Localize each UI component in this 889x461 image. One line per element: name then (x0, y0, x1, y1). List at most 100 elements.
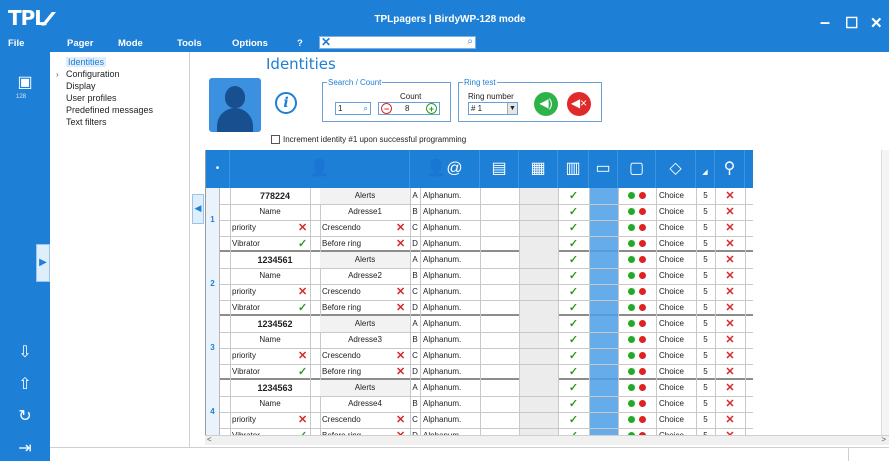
check-icon[interactable]: ✓ (558, 396, 589, 412)
check-icon[interactable]: ✓ (558, 348, 589, 364)
cross-icon[interactable]: ✕ (715, 284, 745, 300)
size-value[interactable]: 5 (696, 396, 715, 412)
size-value[interactable]: 5 (696, 364, 715, 380)
cross-icon[interactable]: ✕ (715, 300, 745, 316)
search-icon[interactable]: ⌕ (364, 103, 368, 114)
address-value[interactable]: Adresse3 (320, 332, 410, 348)
antenna-icon[interactable]: ⚲ (715, 150, 745, 188)
check-icon[interactable]: ✓ (298, 428, 310, 435)
user-email-icon[interactable]: 👤@ (410, 150, 480, 188)
check-icon[interactable]: ✓ (558, 428, 589, 435)
cross-icon[interactable]: ✕ (298, 220, 310, 236)
size-value[interactable]: 5 (696, 428, 715, 435)
choice-value[interactable]: Choice (659, 412, 695, 428)
choice-value[interactable]: Choice (659, 220, 695, 236)
format-value[interactable]: Alphanum. (423, 348, 479, 364)
info-icon[interactable]: i (275, 92, 297, 114)
menu-help[interactable]: ? (297, 38, 303, 49)
flash-icon[interactable]: ▢ (618, 150, 656, 188)
cross-icon[interactable]: ✕ (715, 268, 745, 284)
row-index[interactable]: 2 (206, 252, 220, 316)
display-icon[interactable]: ▭ (589, 150, 618, 188)
choice-value[interactable]: Choice (659, 332, 695, 348)
led-indicator[interactable] (618, 364, 656, 380)
cross-icon[interactable]: ✕ (396, 412, 408, 428)
choice-value[interactable]: Choice (659, 252, 695, 268)
choice-value[interactable]: Choice (659, 396, 695, 412)
cross-icon[interactable]: ✕ (396, 364, 408, 380)
cross-icon[interactable]: ✕ (715, 380, 745, 396)
check-icon[interactable]: ✓ (298, 364, 310, 380)
size-value[interactable]: 5 (696, 252, 715, 268)
cross-icon[interactable]: ✕ (715, 236, 745, 252)
cross-icon[interactable]: ✕ (715, 396, 745, 412)
size-value[interactable]: 5 (696, 380, 715, 396)
cross-icon[interactable]: ✕ (715, 348, 745, 364)
led-indicator[interactable] (618, 316, 656, 332)
choice-value[interactable]: Choice (659, 284, 695, 300)
increment-icon[interactable]: + (426, 103, 437, 114)
identity-number[interactable]: 1234561 (230, 252, 320, 268)
row-index[interactable]: 3 (206, 316, 220, 380)
size-value[interactable]: 5 (696, 268, 715, 284)
size-value[interactable]: 5 (696, 188, 715, 204)
format-value[interactable]: Alphanum. (423, 204, 479, 220)
format-value[interactable]: Alphanum. (423, 316, 479, 332)
format-value[interactable]: Alphanum. (423, 412, 479, 428)
format-value[interactable]: Alphanum. (423, 252, 479, 268)
increment-checkbox[interactable] (271, 135, 280, 145)
cross-icon[interactable]: ✕ (298, 284, 310, 300)
check-icon[interactable]: ✓ (298, 300, 310, 316)
sync-icon[interactable]: ↻ (14, 406, 36, 428)
check-icon[interactable]: ✓ (558, 236, 589, 252)
size-value[interactable]: 5 (696, 412, 715, 428)
led-indicator[interactable] (618, 300, 656, 316)
check-icon[interactable]: ✓ (298, 236, 310, 252)
format-value[interactable]: Alphanum. (423, 364, 479, 380)
led-indicator[interactable] (618, 268, 656, 284)
choice-value[interactable]: Choice (659, 428, 695, 435)
cross-icon[interactable]: ✕ (396, 236, 408, 252)
check-icon[interactable]: ✓ (558, 220, 589, 236)
cross-icon[interactable]: ✕ (396, 284, 408, 300)
led-indicator[interactable] (618, 332, 656, 348)
tree-item-display[interactable]: Display (66, 81, 96, 91)
minimize-icon[interactable]: – (820, 12, 830, 33)
led-indicator[interactable] (618, 252, 656, 268)
cross-icon[interactable]: ✕ (715, 412, 745, 428)
exit-icon[interactable]: ⇥ (14, 438, 36, 460)
size-value[interactable]: 5 (696, 316, 715, 332)
decrement-icon[interactable]: − (381, 103, 392, 114)
cross-icon[interactable]: ✕ (715, 332, 745, 348)
cross-icon[interactable]: ✕ (715, 204, 745, 220)
maximize-icon[interactable]: ☐ (845, 14, 858, 32)
choice-value[interactable]: Choice (659, 268, 695, 284)
user-icon[interactable]: 👤 (230, 150, 410, 188)
message-icon[interactable]: ▤ (480, 150, 519, 188)
close-icon[interactable]: ✕ (870, 14, 883, 32)
expand-rail-button[interactable]: ▶ (36, 244, 50, 282)
alerts-button[interactable]: Alerts (320, 188, 410, 204)
collapse-panel-button[interactable]: ◀ (192, 194, 204, 224)
cross-icon[interactable]: ✕ (715, 316, 745, 332)
cross-icon[interactable]: ✕ (396, 428, 408, 435)
choice-value[interactable]: Choice (659, 204, 695, 220)
cross-icon[interactable]: ✕ (715, 428, 745, 435)
led-indicator[interactable] (618, 428, 656, 435)
search-input[interactable]: ✕ ⌕ (319, 35, 476, 49)
row-index[interactable]: 4 (206, 380, 220, 435)
tree-item-identities[interactable]: Identities (66, 57, 107, 67)
cross-icon[interactable]: ✕ (396, 300, 408, 316)
format-value[interactable]: Alphanum. (423, 220, 479, 236)
pager-icon[interactable]: ▦ (519, 150, 558, 188)
check-icon[interactable]: ✓ (558, 252, 589, 268)
address-value[interactable]: Adresse2 (320, 268, 410, 284)
check-icon[interactable]: ✓ (558, 300, 589, 316)
cross-icon[interactable]: ✕ (715, 188, 745, 204)
size-value[interactable]: 5 (696, 236, 715, 252)
led-indicator[interactable] (618, 380, 656, 396)
tree-item-user-profiles[interactable]: User profiles (66, 93, 117, 103)
choice-value[interactable]: Choice (659, 348, 695, 364)
cross-icon[interactable]: ✕ (396, 220, 408, 236)
upload-icon[interactable]: ⇧ (14, 374, 36, 396)
